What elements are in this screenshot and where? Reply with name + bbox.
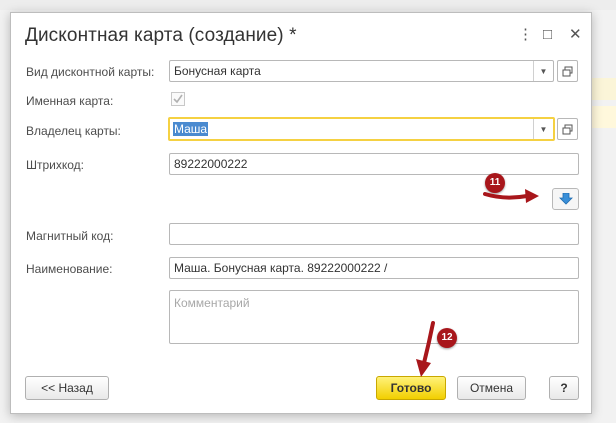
name-field[interactable]: Маша. Бонусная карта. 89222000222 /: [169, 257, 579, 279]
open-window-icon: [562, 124, 573, 134]
barcode-field[interactable]: 89222000222: [169, 153, 579, 175]
arrow-down-icon: [558, 193, 573, 205]
read-barcode-button[interactable]: [552, 188, 579, 210]
background-row-highlight: [590, 78, 616, 100]
barcode-label: Штрихкод:: [26, 158, 85, 172]
maximize-icon[interactable]: □: [543, 27, 552, 43]
arrow-down-icon: [416, 321, 435, 377]
card-type-value: Бонусная карта: [174, 64, 261, 78]
magnetic-code-label: Магнитный код:: [26, 229, 114, 243]
card-owner-value: Маша: [173, 122, 209, 136]
more-menu-icon[interactable]: ⋮: [518, 27, 533, 43]
close-icon[interactable]: ✕: [569, 27, 582, 43]
card-type-label: Вид дисконтной карты:: [26, 65, 155, 79]
named-card-label: Именная карта:: [26, 94, 114, 108]
step-12-badge: 12: [437, 328, 457, 348]
cancel-button[interactable]: Отмена: [457, 376, 526, 400]
help-button[interactable]: ?: [549, 376, 579, 400]
name-value: Маша. Бонусная карта. 89222000222 /: [174, 261, 388, 275]
card-owner-open-button[interactable]: [557, 118, 578, 140]
background-strip: [0, 0, 616, 10]
barcode-value: 89222000222: [174, 157, 248, 171]
chevron-down-icon[interactable]: ▼: [533, 61, 553, 81]
back-button[interactable]: << Назад: [25, 376, 109, 400]
done-button[interactable]: Готово: [376, 376, 446, 400]
name-label: Наименование:: [26, 262, 113, 276]
magnetic-code-field[interactable]: [169, 223, 579, 245]
card-owner-label: Владелец карты:: [26, 124, 121, 138]
open-window-icon: [562, 66, 573, 76]
card-type-open-button[interactable]: [557, 60, 578, 82]
comment-placeholder: Комментарий: [174, 296, 250, 310]
background-row-highlight: [590, 106, 616, 128]
chevron-down-icon[interactable]: ▼: [533, 119, 553, 139]
card-owner-field[interactable]: Маша ▼: [168, 117, 555, 141]
discount-card-dialog: Дисконтная карта (создание) * ⋮ □ ✕ Вид …: [10, 12, 592, 414]
named-card-checkbox[interactable]: [171, 92, 185, 106]
comment-textarea[interactable]: Комментарий: [169, 290, 579, 344]
dialog-title: Дисконтная карта (создание) *: [25, 25, 297, 46]
card-type-field[interactable]: Бонусная карта ▼: [169, 60, 554, 82]
check-icon: [173, 94, 183, 104]
arrow-right-icon: [483, 189, 539, 203]
